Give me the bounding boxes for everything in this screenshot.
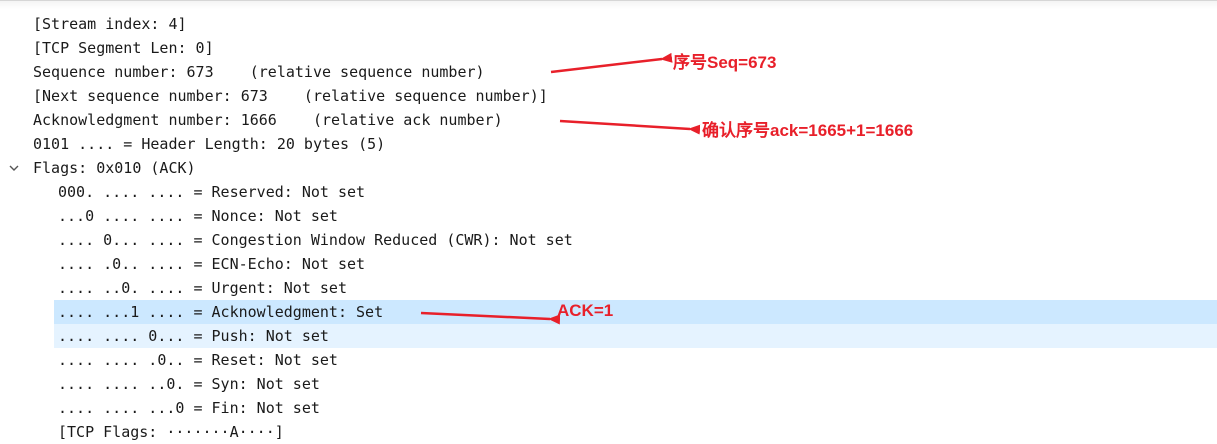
tree-row-ack-number[interactable]: Acknowledgment number: 1666 (relative ac… — [0, 108, 1217, 132]
tree-row-tcp-flags-summary[interactable]: [TCP Flags: ·······A····] — [0, 420, 1217, 444]
tree-row-flag-nonce[interactable]: ...0 .... .... = Nonce: Not set — [0, 204, 1217, 228]
tree-row-tcp-segment-len[interactable]: [TCP Segment Len: 0] — [0, 36, 1217, 60]
tree-row-stream-index[interactable]: [Stream index: 4] — [0, 12, 1217, 36]
packet-details-tree[interactable]: [Stream index: 4] [TCP Segment Len: 0] S… — [0, 12, 1217, 444]
tree-row-flag-urgent[interactable]: .... ..0. .... = Urgent: Not set — [0, 276, 1217, 300]
tree-row-flag-reset[interactable]: .... .... .0.. = Reset: Not set — [0, 348, 1217, 372]
tree-row-sequence-number[interactable]: Sequence number: 673 (relative sequence … — [0, 60, 1217, 84]
chevron-down-icon[interactable] — [9, 163, 19, 173]
tree-row-next-sequence-number[interactable]: [Next sequence number: 673 (relative seq… — [0, 84, 1217, 108]
annotation-ack: 确认序号ack=1665+1=1666 — [702, 121, 914, 140]
tree-row-header-length[interactable]: 0101 .... = Header Length: 20 bytes (5) — [0, 132, 1217, 156]
tree-row-flag-push[interactable]: .... .... 0... = Push: Not set — [54, 324, 1217, 348]
tree-row-flags[interactable]: Flags: 0x010 (ACK) — [0, 156, 1217, 180]
tree-row-flag-cwr[interactable]: .... 0... .... = Congestion Window Reduc… — [0, 228, 1217, 252]
annotation-ack-flag: ACK=1 — [557, 301, 614, 320]
tree-row-flag-ecn-echo[interactable]: .... .0.. .... = ECN-Echo: Not set — [0, 252, 1217, 276]
tree-row-flag-reserved[interactable]: 000. .... .... = Reserved: Not set — [0, 180, 1217, 204]
annotation-seq: 序号Seq=673 — [673, 53, 777, 72]
tree-row-flag-fin[interactable]: .... .... ...0 = Fin: Not set — [0, 396, 1217, 420]
pane-top-border — [0, 0, 1217, 9]
tree-row-flag-syn[interactable]: .... .... ..0. = Syn: Not set — [0, 372, 1217, 396]
tree-row-flag-acknowledgment[interactable]: .... ...1 .... = Acknowledgment: Set — [54, 300, 1217, 324]
